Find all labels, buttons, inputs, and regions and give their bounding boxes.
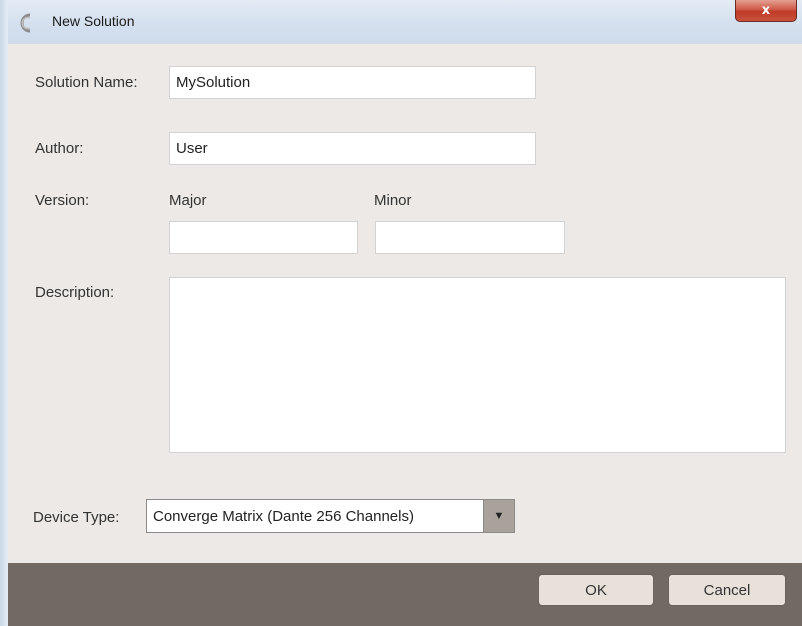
dropdown-arrow-button[interactable]: ▼ <box>483 500 514 532</box>
device-type-value: Converge Matrix (Dante 256 Channels) <box>153 507 414 525</box>
description-textarea[interactable] <box>169 277 786 453</box>
title-bar[interactable]: New Solution x <box>0 0 802 44</box>
window-frame <box>0 0 8 626</box>
version-major-input[interactable] <box>169 221 358 254</box>
version-minor-input[interactable] <box>375 221 565 254</box>
solution-name-input[interactable]: MySolution <box>169 66 536 99</box>
ok-button[interactable]: OK <box>538 574 654 606</box>
dialog-footer: OK Cancel <box>8 563 802 626</box>
window-title: New Solution <box>52 13 135 29</box>
author-label: Author: <box>35 140 84 157</box>
description-label: Description: <box>35 284 115 301</box>
close-button[interactable]: x <box>735 0 797 22</box>
cancel-button[interactable]: Cancel <box>668 574 786 606</box>
device-type-select[interactable]: Converge Matrix (Dante 256 Channels) ▼ <box>146 499 515 533</box>
dialog-body: Solution Name: MySolution Author: User V… <box>8 44 802 626</box>
new-solution-dialog: New Solution x Solution Name: MySolution… <box>0 0 802 626</box>
version-minor-label: Minor <box>374 192 412 209</box>
author-input[interactable]: User <box>169 132 536 165</box>
solution-name-label: Solution Name: <box>35 74 138 91</box>
version-label: Version: <box>35 192 90 209</box>
close-icon: x <box>761 3 771 18</box>
version-major-label: Major <box>169 192 207 209</box>
app-logo-icon <box>20 13 31 33</box>
device-type-label: Device Type: <box>33 509 120 526</box>
chevron-down-icon: ▼ <box>493 510 505 522</box>
